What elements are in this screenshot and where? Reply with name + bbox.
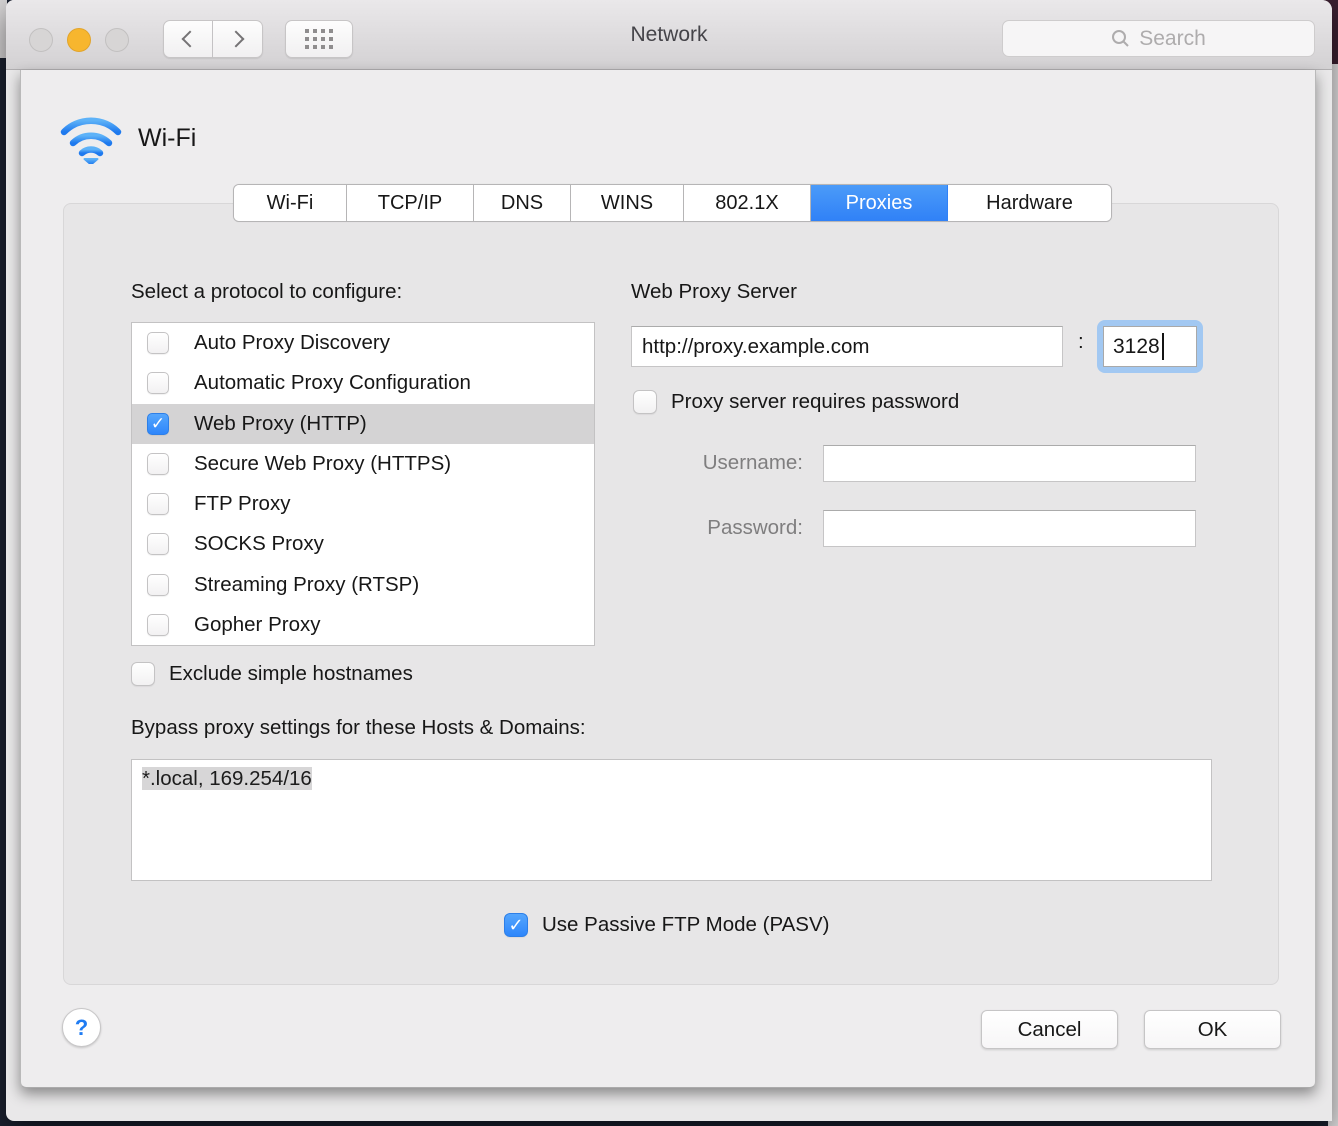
protocol-label: Web Proxy (HTTP) [194, 412, 367, 436]
tab-dns[interactable]: DNS [474, 185, 571, 221]
password-label: Password: [631, 516, 803, 540]
password-input[interactable] [823, 510, 1196, 547]
requires-password-row[interactable]: Proxy server requires password [633, 390, 959, 414]
exclude-hostnames-label: Exclude simple hostnames [169, 662, 413, 686]
protocol-list: Auto Proxy Discovery Automatic Proxy Conf… [131, 322, 595, 646]
exclude-hostnames-row[interactable]: Exclude simple hostnames [131, 662, 413, 686]
protocol-checkbox[interactable] [147, 372, 169, 394]
search-input[interactable]: Search [1002, 20, 1315, 57]
port-input-focus-ring: 3128 [1097, 320, 1203, 373]
host-port-separator: : [1078, 330, 1084, 354]
tab-802-1x[interactable]: 802.1X [684, 185, 811, 221]
tab-wi-fi[interactable]: Wi-Fi [234, 185, 347, 221]
requires-password-label: Proxy server requires password [671, 390, 959, 414]
protocol-row[interactable]: Streaming Proxy (RTSP) [132, 565, 594, 605]
protocol-label: Gopher Proxy [194, 613, 320, 637]
username-label: Username: [631, 451, 803, 475]
username-input[interactable] [823, 445, 1196, 482]
tab-tcp-ip[interactable]: TCP/IP [347, 185, 474, 221]
tab-hardware[interactable]: Hardware [948, 185, 1111, 221]
passive-ftp-label: Use Passive FTP Mode (PASV) [542, 913, 829, 937]
protocol-checkbox[interactable] [147, 574, 169, 596]
protocol-label: FTP Proxy [194, 492, 290, 516]
protocol-label: Secure Web Proxy (HTTPS) [194, 452, 451, 476]
requires-password-checkbox[interactable] [633, 390, 657, 414]
protocol-row[interactable]: Web Proxy (HTTP) [132, 404, 594, 444]
pane-title: Wi-Fi [138, 124, 196, 153]
protocol-label: SOCKS Proxy [194, 532, 324, 556]
tab-proxies[interactable]: Proxies [811, 185, 948, 221]
exclude-hostnames-checkbox[interactable] [131, 662, 155, 686]
search-placeholder: Search [1139, 27, 1206, 51]
help-button[interactable]: ? [62, 1008, 101, 1047]
search-icon [1111, 29, 1130, 48]
protocol-checkbox[interactable] [147, 493, 169, 515]
protocol-row[interactable]: Gopher Proxy [132, 605, 594, 645]
network-preferences-window: Network Search Wi-Fi Wi-FiTCP/IPDNSWINS8… [6, 0, 1332, 1121]
protocol-row[interactable]: Automatic Proxy Configuration [132, 363, 594, 403]
web-proxy-heading: Web Proxy Server [631, 280, 797, 304]
bypass-hosts-value: *.local, 169.254/16 [142, 767, 312, 790]
titlebar: Network Search [6, 0, 1332, 70]
tab-wins[interactable]: WINS [571, 185, 684, 221]
protocol-checkbox[interactable] [147, 453, 169, 475]
protocol-checkbox[interactable] [147, 332, 169, 354]
proxy-server-input[interactable] [631, 326, 1063, 367]
wifi-icon [59, 110, 123, 164]
ok-button[interactable]: OK [1144, 1010, 1281, 1049]
protocol-list-heading: Select a protocol to configure: [131, 280, 402, 304]
passive-ftp-checkbox[interactable] [504, 913, 528, 937]
bypass-heading: Bypass proxy settings for these Hosts & … [131, 716, 586, 740]
protocol-row[interactable]: SOCKS Proxy [132, 524, 594, 564]
passive-ftp-row[interactable]: Use Passive FTP Mode (PASV) [504, 913, 829, 937]
protocol-checkbox[interactable] [147, 413, 169, 435]
protocol-checkbox[interactable] [147, 614, 169, 636]
protocol-label: Automatic Proxy Configuration [194, 371, 471, 395]
proxies-sheet: Wi-Fi Wi-FiTCP/IPDNSWINS802.1XProxiesHar… [20, 70, 1316, 1088]
text-caret [1162, 333, 1164, 360]
protocol-checkbox[interactable] [147, 533, 169, 555]
protocol-row[interactable]: FTP Proxy [132, 484, 594, 524]
port-value: 3128 [1113, 335, 1160, 359]
cancel-button[interactable]: Cancel [981, 1010, 1118, 1049]
tab-bar: Wi-FiTCP/IPDNSWINS802.1XProxiesHardware [233, 184, 1112, 222]
protocol-row[interactable]: Secure Web Proxy (HTTPS) [132, 444, 594, 484]
bypass-hosts-textarea[interactable]: *.local, 169.254/16 [131, 759, 1212, 881]
protocol-row[interactable]: Auto Proxy Discovery [132, 323, 594, 363]
protocol-label: Streaming Proxy (RTSP) [194, 573, 419, 597]
help-icon: ? [75, 1015, 88, 1041]
protocol-label: Auto Proxy Discovery [194, 331, 390, 355]
proxy-port-input[interactable]: 3128 [1103, 326, 1197, 367]
